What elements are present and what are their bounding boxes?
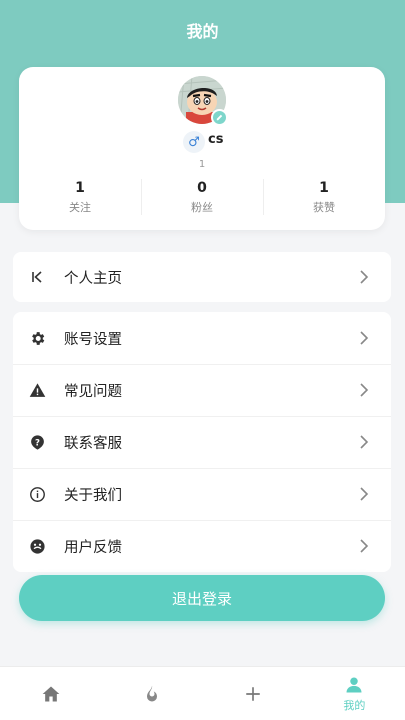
stat-value: 1 [319,180,329,196]
stat-label: 关注 [69,201,91,214]
menu-item-label: 常见问题 [64,383,122,400]
menu-item-feedback[interactable]: 用户反馈 [13,520,391,572]
warning-icon [28,381,46,399]
fire-icon [146,685,157,701]
chevron-right-icon [360,435,369,449]
menu-item-label: 个人主页 [64,270,122,287]
stat-following[interactable]: 1 关注 [19,177,141,217]
svg-text:?: ? [35,438,40,448]
chevron-right-icon [360,270,369,284]
stat-followers[interactable]: 0 粉丝 [141,177,263,217]
menu-item-label: 关于我们 [64,487,122,504]
logout-button[interactable]: 退出登录 [19,575,385,621]
stat-value: 0 [197,180,207,196]
chevron-right-icon [360,539,369,553]
male-icon: ♂ [183,131,205,153]
tab-mine[interactable]: 我的 [304,667,405,720]
stat-likes[interactable]: 1 获赞 [263,177,385,217]
username: cs [208,132,224,147]
user-icon [346,677,362,692]
menu-item-customer-service[interactable]: ? 联系客服 [13,416,391,468]
page-title: 我的 [186,22,219,41]
chevron-right-icon [360,487,369,501]
chevron-right-icon [360,383,369,397]
tab-add[interactable] [203,667,304,720]
settings-card: 账号设置 常见问题 ? 联系客服 关于我们 用户反馈 [13,312,391,572]
profile-page-icon [28,268,46,286]
help-icon: ? [28,433,46,451]
stat-value: 1 [75,180,85,196]
feedback-icon [28,537,46,555]
tab-hot[interactable] [101,667,202,720]
user-id: 1 [198,159,206,170]
menu-item-faq[interactable]: 常见问题 [13,364,391,416]
tab-label: 我的 [343,698,366,712]
stat-label: 粉丝 [191,201,213,214]
edit-avatar-icon[interactable] [211,109,228,126]
profile-page-card: 个人主页 [13,252,391,302]
menu-item-account-settings[interactable]: 账号设置 [13,312,391,364]
chevron-right-icon [360,331,369,345]
stat-label: 获赞 [313,201,335,214]
tab-home[interactable] [0,667,101,720]
menu-item-label: 用户反馈 [64,539,122,556]
stats-row: 1 关注 0 粉丝 1 获赞 [19,177,385,217]
menu-item-profile-page[interactable]: 个人主页 [13,252,391,302]
menu-item-label: 账号设置 [64,331,122,348]
profile-card: ♂ cs 1 1 关注 0 粉丝 1 获赞 [19,67,385,230]
info-icon [28,485,46,503]
plus-icon [246,686,260,701]
bottom-tab-bar: 我的 [0,666,405,720]
menu-item-label: 联系客服 [64,435,122,452]
home-icon [42,686,59,701]
gear-icon [28,329,46,347]
menu-item-about-us[interactable]: 关于我们 [13,468,391,520]
